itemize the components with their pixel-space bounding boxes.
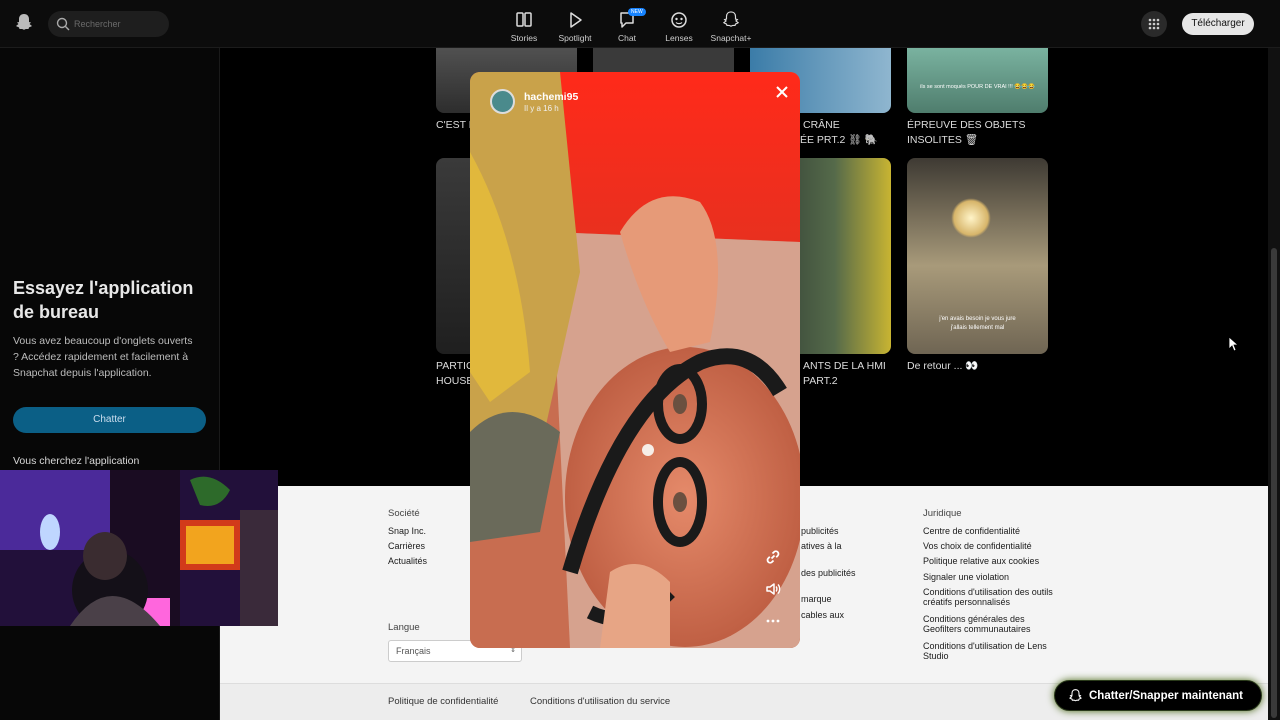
language-value: Français <box>396 646 431 656</box>
tile-title: INSOLITES 🗑 <box>907 134 979 146</box>
webcam-image <box>0 470 278 626</box>
stories-icon <box>516 12 532 27</box>
footer-link[interactable]: cables aux <box>801 610 844 620</box>
footer-link[interactable]: publicités <box>801 526 839 536</box>
tile-title: ÉPREUVE DES OBJETS <box>907 119 1026 131</box>
story-viewer[interactable]: hachemi95 Il y a 16 h <box>470 72 800 648</box>
tile-title: HOUSE <box>436 375 474 387</box>
tile-title: CRÂNE <box>803 119 840 131</box>
promo-description: Vous avez beaucoup d'onglets ouverts ? A… <box>13 335 193 379</box>
nav-snapchat-plus-label: Snapchat+ <box>710 33 752 43</box>
tile-overlay-text: j'en avais besoin je vous jure <box>939 316 1016 322</box>
footer-link[interactable]: Conditions d'utilisation de Lens Studio <box>923 641 1053 661</box>
search-icon <box>56 17 70 31</box>
nav-chat-label: Chat <box>618 33 636 43</box>
tile-title: ANTS DE LA HMI <box>803 360 886 372</box>
story-timestamp: Il y a 16 h <box>524 104 559 113</box>
footer-link[interactable]: Politique relative aux cookies <box>923 556 1039 566</box>
nav-spotlight[interactable]: Spotlight <box>550 8 600 46</box>
nav-chat[interactable]: NEW Chat <box>602 8 652 46</box>
footer-link[interactable]: Conditions générales des Geofilters comm… <box>923 614 1053 634</box>
footer-link[interactable]: Snap Inc. <box>388 526 426 536</box>
story-username[interactable]: hachemi95 <box>524 91 578 103</box>
more-options-icon[interactable] <box>764 612 782 630</box>
snapchat-ghost-icon <box>1069 689 1082 702</box>
footer-legal-heading: Juridique <box>923 508 962 519</box>
link-icon[interactable] <box>764 548 782 566</box>
promo-title: Essayez l'application de bureau <box>13 278 194 322</box>
footer-link[interactable]: Signaler une violation <box>923 572 1009 582</box>
new-badge: NEW <box>628 8 646 16</box>
terms-of-service-link[interactable]: Conditions d'utilisation du service <box>530 696 670 707</box>
nav-spotlight-label: Spotlight <box>558 33 592 43</box>
footer-company-heading: Société <box>388 508 420 519</box>
tile-overlay-text: j'allais tellement mal <box>950 325 1005 331</box>
avatar[interactable] <box>490 89 515 114</box>
footer-link[interactable]: Actualités <box>388 556 427 566</box>
nav-snapchat-plus[interactable]: Snapchat+ <box>706 8 756 46</box>
lenses-icon <box>671 12 687 28</box>
snapchat-plus-icon <box>722 11 740 27</box>
tile-title: ÉE PRT.2 ⛓ 🐘 <box>800 134 878 146</box>
footer-link[interactable]: Vos choix de confidentialité <box>923 541 1032 551</box>
footer-link[interactable]: Carrières <box>388 541 425 551</box>
nav-stories[interactable]: Stories <box>499 8 549 46</box>
footer-link[interactable]: Conditions d'utilisation des outils créa… <box>923 587 1053 607</box>
download-button[interactable]: Télécharger <box>1182 13 1254 35</box>
footer-link[interactable]: Centre de confidentialité <box>923 526 1020 536</box>
page-scrollbar[interactable] <box>1268 48 1280 720</box>
looking-for-app-text[interactable]: Vous cherchez l'application <box>13 455 139 467</box>
privacy-policy-link[interactable]: Politique de confidentialité <box>388 696 498 707</box>
grid-icon <box>1148 18 1160 30</box>
nav-lenses[interactable]: Lenses <box>654 8 704 46</box>
search-box[interactable] <box>48 11 169 37</box>
nav-stories-label: Stories <box>510 33 538 43</box>
volume-icon[interactable] <box>764 580 782 598</box>
story-media <box>470 72 800 648</box>
snapchat-ghost-icon[interactable] <box>15 13 33 33</box>
tile-title: PART.2 <box>803 375 838 387</box>
webcam-overlay <box>0 470 278 626</box>
spotlight-tile[interactable]: ils se sont moqués POUR DE VRAI !!! 😂😂😂 <box>907 40 1048 113</box>
play-icon <box>570 12 582 28</box>
footer-link[interactable]: atives à la <box>801 541 842 551</box>
tile-overlay-text: ils se sont moqués POUR DE VRAI !!! 😂😂😂 <box>920 84 1035 90</box>
tile-title: PARTIC <box>436 360 474 372</box>
apps-grid-button[interactable] <box>1141 11 1167 37</box>
tile-title: De retour ... 👀 <box>907 360 979 372</box>
footer-link[interactable]: marque <box>801 594 832 604</box>
nav-lenses-label: Lenses <box>665 33 693 43</box>
chat-button[interactable]: Chatter <box>13 407 206 433</box>
sun-shape <box>951 198 991 238</box>
chat-snap-now-label: Chatter/Snapper maintenant <box>1089 690 1243 702</box>
scrollbar-thumb[interactable] <box>1271 248 1277 718</box>
language-label: Langue <box>388 622 420 633</box>
footer-link[interactable]: des publicités <box>801 568 856 578</box>
search-input[interactable] <box>74 15 164 33</box>
top-bar: Stories Spotlight NEW Chat Lenses Snapch… <box>0 0 1280 48</box>
close-icon[interactable] <box>772 82 792 102</box>
mouse-cursor-icon <box>1228 336 1238 352</box>
spotlight-tile[interactable]: j'en avais besoin je vous jure j'allais … <box>907 158 1048 354</box>
chat-snap-now-button[interactable]: Chatter/Snapper maintenant <box>1054 680 1262 711</box>
